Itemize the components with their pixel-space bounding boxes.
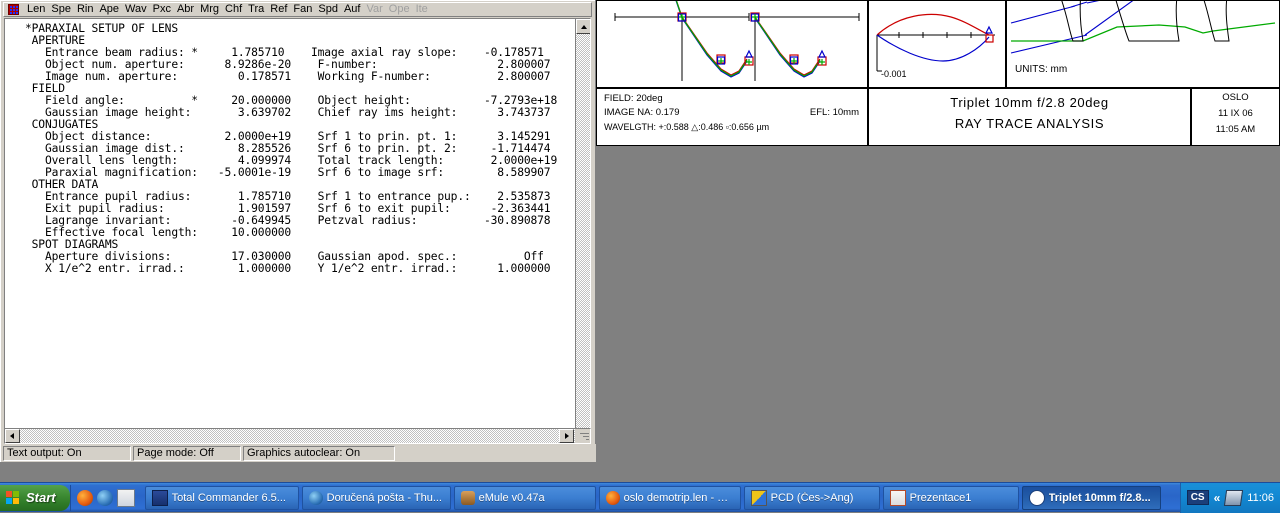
taskbar-button-label: Prezentace1 bbox=[909, 491, 972, 504]
ray-aberration-svg bbox=[614, 1, 860, 81]
status-text-output[interactable]: Text output: On bbox=[3, 445, 131, 461]
notepad-icon[interactable] bbox=[116, 488, 135, 507]
taskbar-button-5[interactable]: PCD (Čes->Ang) bbox=[743, 485, 880, 510]
menu-item-chf[interactable]: Chf bbox=[222, 4, 245, 15]
screen: Len Spe Rin Ape Wav Pxc Abr Mrg Chf Tra Ref Fan Spd A… bbox=[0, 0, 1280, 513]
menu-item-auf[interactable]: Auf bbox=[341, 4, 364, 15]
menu-item-rin[interactable]: Rin bbox=[74, 4, 97, 15]
language-indicator[interactable]: CS bbox=[1186, 490, 1209, 505]
stamp-date: 11 IX 06 bbox=[1218, 108, 1253, 119]
tray-expand-button[interactable]: « bbox=[1214, 491, 1221, 505]
menu-item-var: Var bbox=[366, 3, 383, 15]
taskbar: Start Total Commander 6.5... Doručená poš… bbox=[0, 482, 1280, 513]
menu-item-ite: Ite bbox=[415, 3, 428, 15]
network-icon[interactable] bbox=[1224, 489, 1244, 506]
analysis-title-line2: RAY TRACE ANALYSIS bbox=[954, 116, 1105, 131]
menu-item-ref[interactable]: Ref bbox=[267, 4, 290, 15]
taskbar-button-4[interactable]: oslo demotrip.len - Vy... bbox=[598, 485, 741, 510]
menu-item-tra[interactable]: Tra bbox=[245, 4, 267, 15]
windows-flag-icon bbox=[6, 490, 21, 505]
taskbar-button-label: PCD (Čes->Ang) bbox=[770, 491, 854, 504]
clock[interactable]: 11:06 bbox=[1247, 492, 1274, 504]
opd-axis-label: -0.001 bbox=[881, 69, 907, 79]
thunderbird-icon bbox=[308, 490, 323, 505]
menu-item-wav[interactable]: Wav bbox=[122, 4, 150, 15]
start-button[interactable]: Start bbox=[0, 484, 70, 511]
units-label: UNITS: mm bbox=[1015, 64, 1068, 75]
taskbar-button-label: eMule v0.47a bbox=[478, 491, 545, 504]
analysis-title-line1: Triplet 10mm f/2.8 20deg bbox=[950, 95, 1109, 110]
menu-item-fan[interactable]: Fan bbox=[290, 4, 315, 15]
info-efl: EFL: 10mm bbox=[809, 107, 859, 118]
oslo-icon bbox=[1028, 489, 1045, 506]
oslo-app-icon bbox=[8, 4, 19, 15]
firefox-icon[interactable] bbox=[76, 489, 93, 506]
text-output-client: *PARAXIAL SETUP OF LENS APERTURE Entranc… bbox=[4, 18, 591, 444]
text-output-scroll-region[interactable]: *PARAXIAL SETUP OF LENS APERTURE Entranc… bbox=[5, 19, 574, 443]
scroll-up-button[interactable] bbox=[576, 19, 590, 34]
stamp-time: 11:05 AM bbox=[1215, 124, 1256, 135]
menu-item-ape[interactable]: Ape bbox=[96, 4, 122, 15]
taskbar-button-2[interactable]: Doručená pošta - Thu... bbox=[301, 485, 451, 510]
oslo-menu-bar[interactable]: Len Spe Rin Ape Wav Pxc Abr Mrg Chf Tra Ref Fan Spd A… bbox=[3, 2, 592, 17]
system-tray: CS « 11:06 bbox=[1179, 482, 1280, 513]
ray-aberration-plot-panel[interactable] bbox=[596, 0, 868, 88]
vertical-scrollbar[interactable] bbox=[575, 19, 590, 443]
horizontal-scrollbar[interactable] bbox=[4, 428, 591, 444]
task-button-list: Total Commander 6.5... Doručená pošta - T… bbox=[141, 485, 1180, 510]
mule-icon bbox=[460, 490, 475, 505]
taskbar-button-1[interactable]: Total Commander 6.5... bbox=[144, 485, 299, 510]
menu-item-spe[interactable]: Spe bbox=[48, 4, 74, 15]
status-graphics-autoclear[interactable]: Graphics autoclear: On bbox=[243, 445, 395, 461]
menu-item-abr[interactable]: Abr bbox=[174, 4, 197, 15]
pcd-icon bbox=[750, 489, 767, 506]
window-size-grip[interactable] bbox=[575, 429, 590, 443]
scroll-right-button[interactable] bbox=[559, 429, 574, 443]
oslo-stamp-panel: OSLO 11 IX 06 11:05 AM bbox=[1191, 88, 1280, 146]
scroll-left-button[interactable] bbox=[5, 429, 20, 443]
stamp-product: OSLO bbox=[1222, 92, 1249, 103]
menu-item-ope: Ope bbox=[388, 3, 410, 15]
menu-item-pxc[interactable]: Pxc bbox=[150, 4, 174, 15]
oslo-text-window: Len Spe Rin Ape Wav Pxc Abr Mrg Chf Tra Ref Fan Spd A… bbox=[0, 0, 596, 462]
taskbar-button-label: Doručená pošta - Thu... bbox=[326, 491, 442, 504]
opd-plot-panel[interactable]: -0.001 bbox=[868, 0, 1006, 88]
start-button-label: Start bbox=[26, 490, 56, 505]
taskbar-button-3[interactable]: eMule v0.47a bbox=[453, 485, 596, 510]
info-wavelength: WAVELGTH: +:0.588 △:0.486 ▫:0.656 µm bbox=[604, 122, 770, 132]
lens-layout-panel[interactable]: UNITS: mm bbox=[1006, 0, 1280, 88]
taskbar-button-label: oslo demotrip.len - Vy... bbox=[623, 491, 734, 504]
status-page-mode[interactable]: Page mode: Off bbox=[133, 445, 241, 461]
status-bar: Text output: On Page mode: Off Graphics … bbox=[1, 444, 596, 462]
thunderbird-icon[interactable] bbox=[96, 489, 113, 506]
info-field: FIELD: 20deg bbox=[604, 93, 663, 104]
quick-launch-bar bbox=[69, 484, 141, 511]
floppy-icon bbox=[151, 489, 168, 506]
info-image-na: IMAGE NA: 0.179 bbox=[604, 107, 680, 118]
taskbar-button-label: Total Commander 6.5... bbox=[171, 491, 286, 504]
paraxial-setup-report: *PARAXIAL SETUP OF LENS APERTURE Entranc… bbox=[25, 22, 558, 275]
menu-item-len[interactable]: Len bbox=[24, 4, 48, 15]
taskbar-button-7[interactable]: Triplet 10mm f/2.8... bbox=[1021, 485, 1161, 510]
menu-item-mrg[interactable]: Mrg bbox=[197, 4, 222, 15]
firefox-icon bbox=[605, 490, 620, 505]
oslo-graphics-window: -0.001 UNITS: mm FIELD: 20deg IMAGE NA: … bbox=[596, 0, 1280, 146]
graphics-info-panel: FIELD: 20deg IMAGE NA: 0.179 EFL: 10mm W… bbox=[596, 88, 868, 146]
powerpoint-icon bbox=[889, 489, 906, 506]
menu-item-spd[interactable]: Spd bbox=[315, 4, 341, 15]
graphics-title-panel: Triplet 10mm f/2.8 20deg RAY TRACE ANALY… bbox=[868, 88, 1191, 146]
taskbar-button-label: Triplet 10mm f/2.8... bbox=[1048, 491, 1151, 504]
taskbar-button-6[interactable]: Prezentace1 bbox=[882, 485, 1019, 510]
